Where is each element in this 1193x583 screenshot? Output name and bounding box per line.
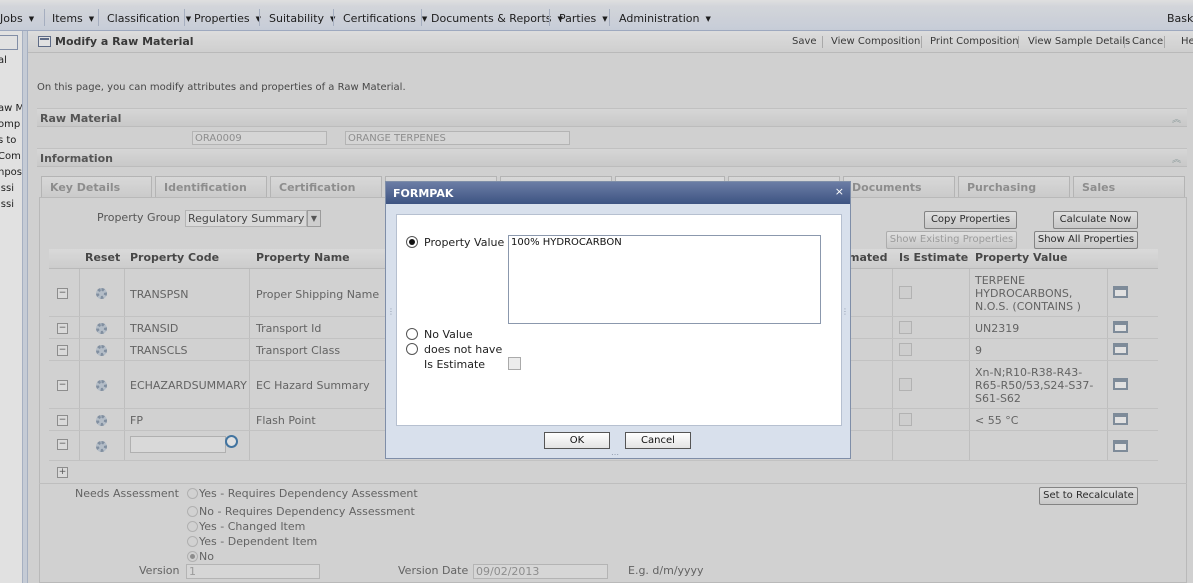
no-value-label: No Value	[424, 328, 473, 341]
is-estimate-label: Is Estimate	[424, 358, 486, 371]
resize-grip-icon[interactable]: ⋮	[387, 307, 395, 316]
property-value-label: Property Value	[424, 236, 505, 249]
resize-grip-icon[interactable]: ⋯	[611, 450, 619, 459]
dialog-title: FORMPAK	[393, 187, 454, 200]
formpak-dialog: FORMPAK × ⋮ ⋮ Property Value No Value do…	[385, 181, 851, 459]
no-value-radio[interactable]	[406, 328, 418, 340]
ok-button[interactable]: OK	[544, 432, 610, 449]
close-icon[interactable]: ×	[835, 185, 844, 198]
dialog-body: Property Value No Value does not have Is…	[396, 214, 842, 426]
property-value-radio[interactable]	[406, 236, 418, 248]
does-not-have-label: does not have	[424, 343, 503, 356]
cancel-button[interactable]: Cancel	[625, 432, 691, 449]
dialog-title-bar[interactable]: FORMPAK ×	[386, 182, 850, 204]
property-value-textarea[interactable]	[508, 235, 821, 324]
is-estimate-checkbox[interactable]	[508, 357, 521, 370]
does-not-have-radio[interactable]	[406, 343, 418, 355]
resize-grip-icon[interactable]: ⋮	[841, 307, 849, 316]
